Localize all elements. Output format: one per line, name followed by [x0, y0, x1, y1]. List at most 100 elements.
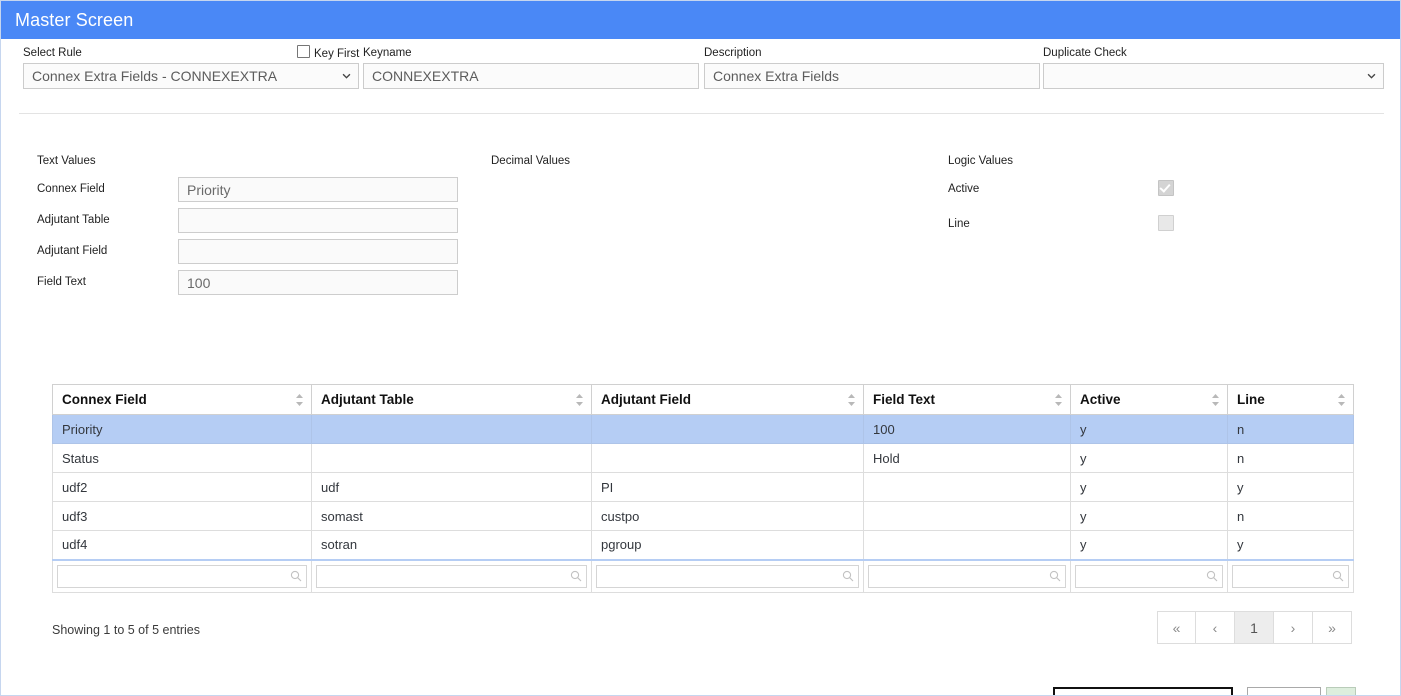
filter-input-active[interactable]: [1075, 564, 1223, 588]
filter-cell-field-text[interactable]: [863, 558, 1071, 593]
cell-connex-field: udf2: [52, 472, 312, 502]
table-row[interactable]: Status Hold y n: [52, 443, 1354, 473]
cell-line: y: [1227, 472, 1354, 502]
table-toolbar: 10 X: [1, 343, 1400, 695]
column-header-adjutant-table[interactable]: Adjutant Table: [311, 384, 592, 415]
pagination-next-button[interactable]: ›: [1274, 611, 1313, 644]
adjutant-table-input[interactable]: [178, 208, 458, 233]
field-text-label: Field Text: [37, 276, 87, 288]
page-length-select[interactable]: 10: [1247, 687, 1321, 695]
cell-adjutant-table: udf: [311, 472, 592, 502]
column-header-line[interactable]: Line: [1227, 384, 1354, 415]
window-title-bar: Master Screen: [1, 1, 1400, 39]
table-row[interactable]: udf4 sotran pgroup y y: [52, 530, 1354, 560]
column-header-label: Connex Field: [62, 392, 147, 407]
connex-field-input[interactable]: [178, 177, 458, 202]
active-checkbox[interactable]: [1158, 180, 1174, 196]
table-row[interactable]: udf2 udf PI y y: [52, 472, 1354, 502]
line-label: Line: [948, 218, 970, 230]
duplicate-check-label: Duplicate Check: [1043, 47, 1127, 59]
cell-line: n: [1227, 414, 1354, 444]
cell-connex-field: udf4: [52, 530, 312, 560]
table-row[interactable]: Priority 100 y n: [52, 414, 1354, 444]
cell-field-text: 100: [863, 414, 1071, 444]
pagination-last-button[interactable]: »: [1313, 611, 1352, 644]
column-filter-row: [52, 558, 1354, 593]
table-body: Priority 100 y n Status Hold y n udf2 ud…: [52, 414, 1354, 593]
text-values-section-label: Text Values: [37, 155, 96, 167]
master-screen-window: Master Screen Select Rule Connex Extra F…: [0, 0, 1401, 696]
adjutant-table-label: Adjutant Table: [37, 214, 110, 226]
filter-cell-adjutant-table[interactable]: [311, 558, 592, 593]
active-label: Active: [948, 183, 980, 195]
cell-active: y: [1070, 414, 1228, 444]
adjutant-field-input[interactable]: [178, 239, 458, 264]
filter-input-field-text[interactable]: [868, 564, 1066, 588]
cell-active: y: [1070, 501, 1228, 531]
pagination-page-1-button[interactable]: 1: [1235, 611, 1274, 644]
sort-arrows-icon: [1055, 393, 1062, 406]
filter-cell-active[interactable]: [1070, 558, 1228, 593]
cell-active: y: [1070, 530, 1228, 560]
pagination-first-button[interactable]: «: [1157, 611, 1196, 644]
key-first-label: Key First: [314, 48, 360, 60]
filter-cell-line[interactable]: [1227, 558, 1354, 593]
data-table: Connex Field Adjutant Table Adjutant Fie…: [52, 384, 1354, 593]
column-header-field-text[interactable]: Field Text: [863, 384, 1071, 415]
table-row[interactable]: udf3 somast custpo y n: [52, 501, 1354, 531]
sort-arrows-icon: [576, 393, 583, 406]
duplicate-check-wrapper[interactable]: [1043, 63, 1384, 89]
filter-cell-connex-field[interactable]: [52, 558, 312, 593]
filter-input-connex-field[interactable]: [57, 564, 307, 588]
sort-arrows-icon: [296, 393, 303, 406]
sort-arrows-icon: [848, 393, 855, 406]
column-header-label: Line: [1237, 392, 1265, 407]
pagination-previous-button[interactable]: ‹: [1196, 611, 1235, 644]
duplicate-check-dropdown[interactable]: [1043, 63, 1384, 89]
filter-input-adjutant-table[interactable]: [316, 564, 587, 588]
sort-arrows-icon: [1212, 393, 1219, 406]
filter-input-line[interactable]: [1232, 564, 1349, 588]
cell-field-text: [863, 501, 1071, 531]
select-rule-dropdown[interactable]: Connex Extra Fields - CONNEXEXTRA: [23, 63, 359, 89]
field-text-input[interactable]: [178, 270, 458, 295]
data-table-wrapper: Connex Field Adjutant Table Adjutant Fie…: [52, 384, 1354, 593]
keyname-input[interactable]: [363, 63, 699, 89]
cell-adjutant-field: custpo: [591, 501, 864, 531]
logic-values-section-label: Logic Values: [948, 155, 1013, 167]
filter-cell-adjutant-field[interactable]: [591, 558, 864, 593]
cell-line: y: [1227, 530, 1354, 560]
cell-line: n: [1227, 443, 1354, 473]
table-search-input[interactable]: [1053, 687, 1233, 695]
key-first-checkbox[interactable]: [297, 45, 310, 58]
page-title: Master Screen: [15, 9, 134, 30]
column-header-connex-field[interactable]: Connex Field: [52, 384, 312, 415]
connex-field-label: Connex Field: [37, 183, 105, 195]
cell-adjutant-table: sotran: [311, 530, 592, 560]
select-rule-wrapper[interactable]: Connex Extra Fields - CONNEXEXTRA: [23, 63, 359, 89]
cell-connex-field: Priority: [52, 414, 312, 444]
rule-header-form: Select Rule Connex Extra Fields - CONNEX…: [1, 39, 1400, 113]
cell-adjutant-field: [591, 443, 864, 473]
cell-adjutant-table: [311, 443, 592, 473]
description-input[interactable]: [704, 63, 1040, 89]
column-header-label: Active: [1080, 392, 1121, 407]
column-header-adjutant-field[interactable]: Adjutant Field: [591, 384, 864, 415]
cell-adjutant-table: somast: [311, 501, 592, 531]
sort-arrows-icon: [1338, 393, 1345, 406]
table-footer: Showing 1 to 5 of 5 entries « ‹ 1 › »: [1, 611, 1400, 661]
excel-export-button[interactable]: X: [1326, 687, 1356, 695]
cell-adjutant-field: [591, 414, 864, 444]
select-rule-label: Select Rule: [23, 47, 82, 59]
column-header-label: Adjutant Field: [601, 392, 691, 407]
keyname-label: Keyname: [363, 47, 412, 59]
cell-line: n: [1227, 501, 1354, 531]
cell-connex-field: udf3: [52, 501, 312, 531]
page-length-wrapper[interactable]: 10: [1247, 687, 1321, 695]
column-header-active[interactable]: Active: [1070, 384, 1228, 415]
table-head: Connex Field Adjutant Table Adjutant Fie…: [52, 384, 1354, 415]
cell-field-text: Hold: [863, 443, 1071, 473]
filter-input-adjutant-field[interactable]: [596, 564, 859, 588]
description-label: Description: [704, 47, 762, 59]
line-checkbox[interactable]: [1158, 215, 1174, 231]
